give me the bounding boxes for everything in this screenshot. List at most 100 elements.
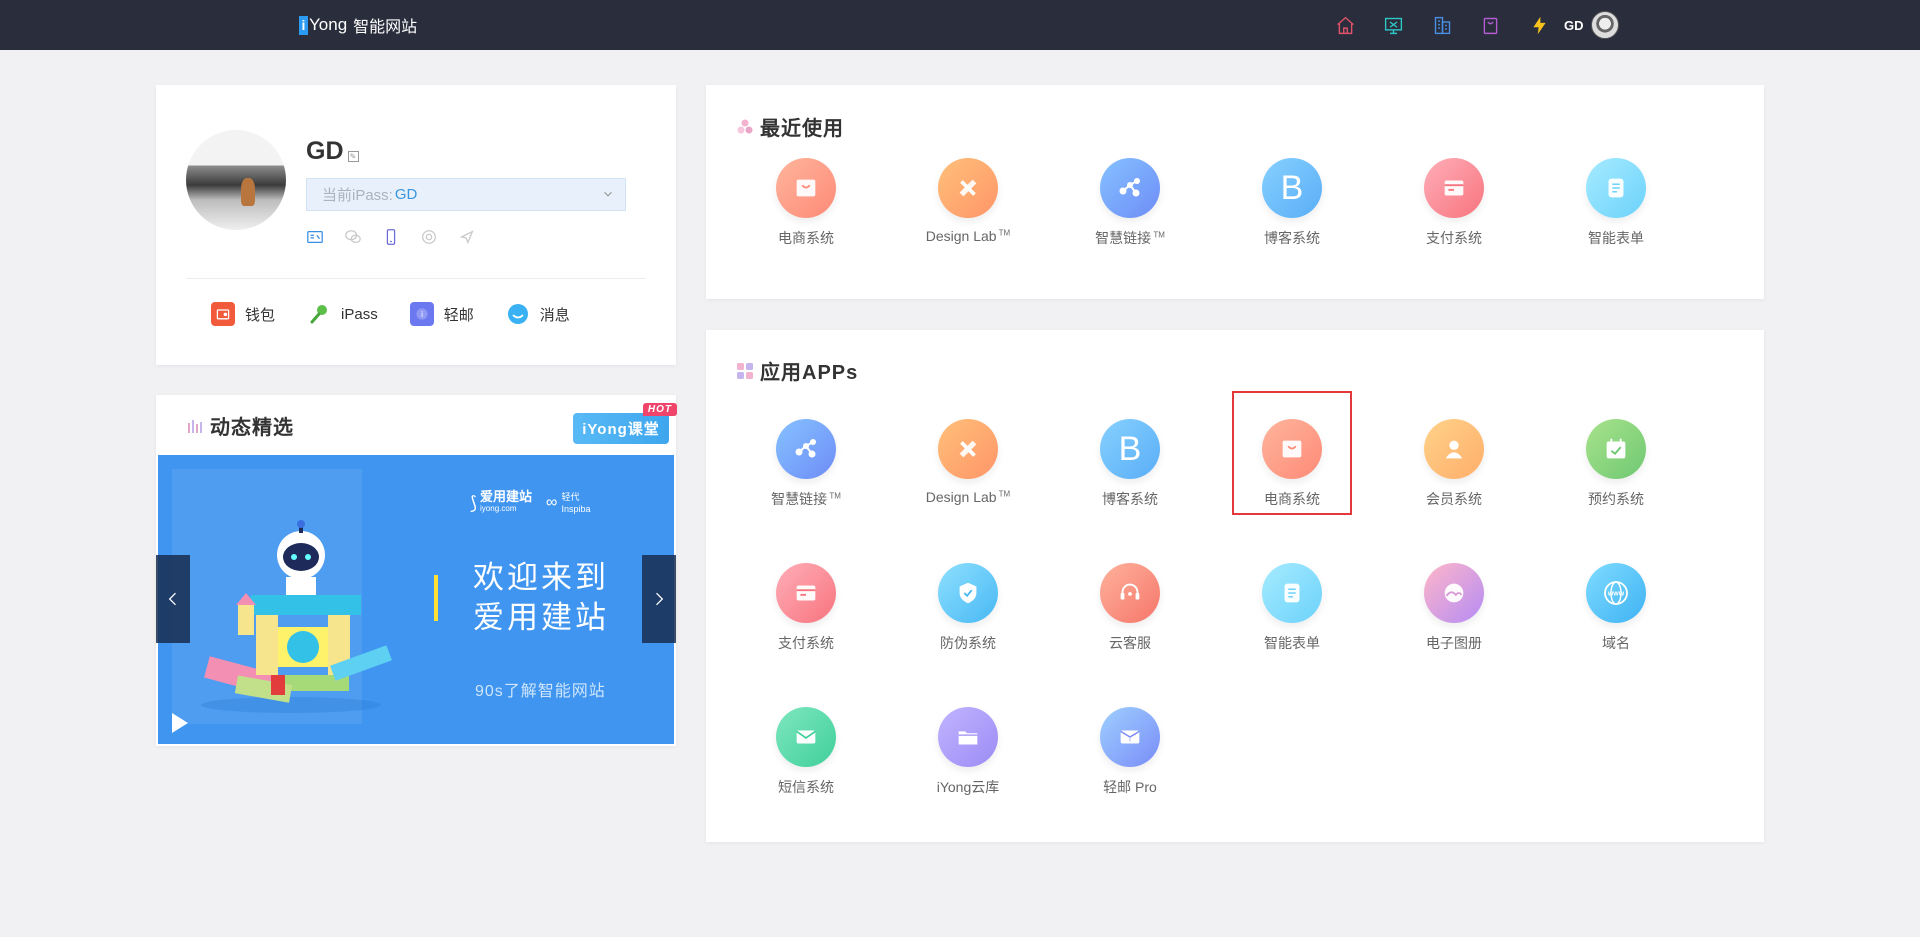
headline-line-1: 欢迎来到 [473, 560, 609, 595]
recent-app-tile[interactable]: B 博客系统 [1232, 130, 1352, 254]
wallet-icon [211, 302, 235, 326]
iyong-class-badge[interactable]: iYong课堂 HOT [573, 403, 677, 444]
recent-app-label: 智慧链接 TM [1095, 230, 1165, 246]
member-icon [1424, 419, 1484, 479]
app-tile[interactable]: 会员系统 [1394, 391, 1514, 515]
phone-icon[interactable] [382, 228, 400, 246]
shield-icon [938, 563, 998, 623]
user-menu[interactable]: GD [1564, 11, 1619, 39]
message-label: 消息 [539, 306, 570, 324]
brand-logo[interactable]: i Yong 智能网站 [299, 13, 417, 37]
badge-text: iYong课堂 [582, 421, 660, 438]
mail-icon: i [409, 302, 434, 326]
recent-app-label: 智能表单 [1588, 230, 1644, 246]
next-slide-button[interactable] [642, 555, 676, 643]
app-tile[interactable]: 支付系统 [746, 535, 866, 659]
app-tile[interactable]: i 轻邮 Pro [1070, 679, 1190, 803]
payment-icon [1424, 158, 1484, 218]
monitor-icon[interactable] [1379, 10, 1409, 40]
banner-logos: ⟆ 爱用建站 iyong.com ∞ 轻代 Inspiba [470, 489, 590, 515]
id-card-icon[interactable] [306, 228, 324, 246]
recent-app-tile[interactable]: 智能表单 [1556, 130, 1676, 254]
ipass-shortcut[interactable]: iPass [307, 302, 378, 326]
play-icon[interactable] [172, 713, 188, 733]
bag-icon[interactable] [1476, 10, 1506, 40]
app-tile[interactable]: 电子图册 [1394, 535, 1514, 659]
app-tile[interactable]: 智慧链接 TM [746, 391, 866, 515]
form-icon [1262, 563, 1322, 623]
building-icon[interactable] [1427, 10, 1457, 40]
banner-accent-bar [434, 575, 438, 621]
payment-icon [776, 563, 836, 623]
form-icon [1586, 158, 1646, 218]
recent-app-tile[interactable]: 支付系统 [1394, 130, 1514, 254]
app-label: 云客服 [1109, 635, 1151, 651]
network-icon [776, 419, 836, 479]
wechat-icon[interactable] [344, 228, 362, 246]
app-tile[interactable]: 云客服 [1070, 535, 1190, 659]
edit-icon[interactable]: ✎ [347, 151, 359, 162]
lightning-icon[interactable] [1524, 10, 1554, 40]
ipass-shortcut-label: iPass [341, 305, 378, 323]
app-label: Design Lab TM [925, 489, 1011, 505]
featured-title-text: 动态精选 [210, 417, 294, 439]
featured-title: 动态精选 [186, 411, 294, 440]
profile-shortcuts: 钱包 iPass i 轻邮 消息 [211, 302, 602, 326]
email-icon[interactable] [420, 228, 438, 246]
chevron-left-icon [168, 592, 176, 606]
banner-logo-1-text: 爱用建站 [480, 489, 533, 504]
profile-avatar[interactable] [186, 130, 286, 230]
app-label: iYong云库 [936, 779, 1000, 795]
recent-app-tile[interactable]: 电商系统 [746, 130, 866, 254]
app-tile[interactable]: B 博客系统 [1070, 391, 1190, 515]
brand-mark-icon: ⟆ [470, 492, 478, 513]
app-label: 轻邮 Pro [1103, 779, 1157, 795]
app-label: 防伪系统 [940, 635, 996, 651]
svg-text:www: www [1607, 591, 1625, 598]
sms-icon [776, 707, 836, 767]
chat-icon [506, 302, 530, 326]
video-banner[interactable]: ⟆ 爱用建站 iyong.com ∞ 轻代 Inspiba 欢迎来到 爱用建站 … [158, 455, 674, 744]
app-label: 域名 [1602, 635, 1630, 651]
app-tile[interactable]: iYong云库 [908, 679, 1028, 803]
banner-headline: 欢迎来到 爱用建站 [473, 558, 609, 638]
svg-text:i: i [421, 309, 423, 319]
prev-slide-button[interactable] [156, 555, 190, 643]
app-tile[interactable]: 短信系统 [746, 679, 866, 803]
recent-app-label: 博客系统 [1264, 230, 1320, 246]
app-tile[interactable]: www 域名 [1556, 535, 1676, 659]
recent-app-tile[interactable]: 智慧链接 TM [1070, 130, 1190, 254]
key-icon [307, 302, 331, 326]
mail-shortcut[interactable]: i 轻邮 [409, 302, 474, 326]
letter-b-icon: B [1100, 419, 1160, 479]
message-shortcut[interactable]: 消息 [506, 302, 570, 326]
banner-logo-1-sub: iyong.com [480, 504, 517, 513]
mail-icon: i [1100, 707, 1160, 767]
app-tile[interactable]: 预约系统 [1556, 391, 1676, 515]
chevron-right-icon [656, 592, 664, 606]
shop-bag-icon [776, 158, 836, 218]
app-tile[interactable]: 电商系统 [1232, 391, 1352, 515]
app-label: 电商系统 [1264, 491, 1320, 507]
folder-icon [938, 707, 998, 767]
recent-app-tile[interactable]: Design Lab TM [908, 130, 1028, 254]
location-icon[interactable] [458, 228, 476, 246]
wallet-shortcut[interactable]: 钱包 [211, 302, 275, 326]
app-tile[interactable]: Design Lab TM [908, 391, 1028, 515]
letter-b-icon: B [1262, 158, 1322, 218]
app-label: 智能表单 [1264, 635, 1320, 651]
featured-card: 动态精选 iYong课堂 HOT ⟆ 爱用建站 iyong.com ∞ 轻代 I… [156, 395, 677, 746]
ipass-select[interactable]: 当前iPass: GD [306, 178, 626, 211]
ipass-label: 当前iPass: [322, 187, 393, 204]
pencil-ruler-icon [938, 419, 998, 479]
banner-subline: 90s了解智能网站 [475, 683, 606, 700]
profile-name: GD ✎ [306, 137, 359, 166]
brand-name: Yong [309, 15, 348, 34]
app-tile[interactable]: 防伪系统 [908, 535, 1028, 659]
app-label: 支付系统 [778, 635, 834, 651]
mail-label: 轻邮 [443, 306, 474, 324]
app-tile[interactable]: 智能表单 [1232, 535, 1352, 659]
inspiba-mark-icon: ∞ [546, 494, 558, 511]
nav-icon-group [1330, 10, 1573, 40]
home-icon[interactable] [1330, 10, 1360, 40]
